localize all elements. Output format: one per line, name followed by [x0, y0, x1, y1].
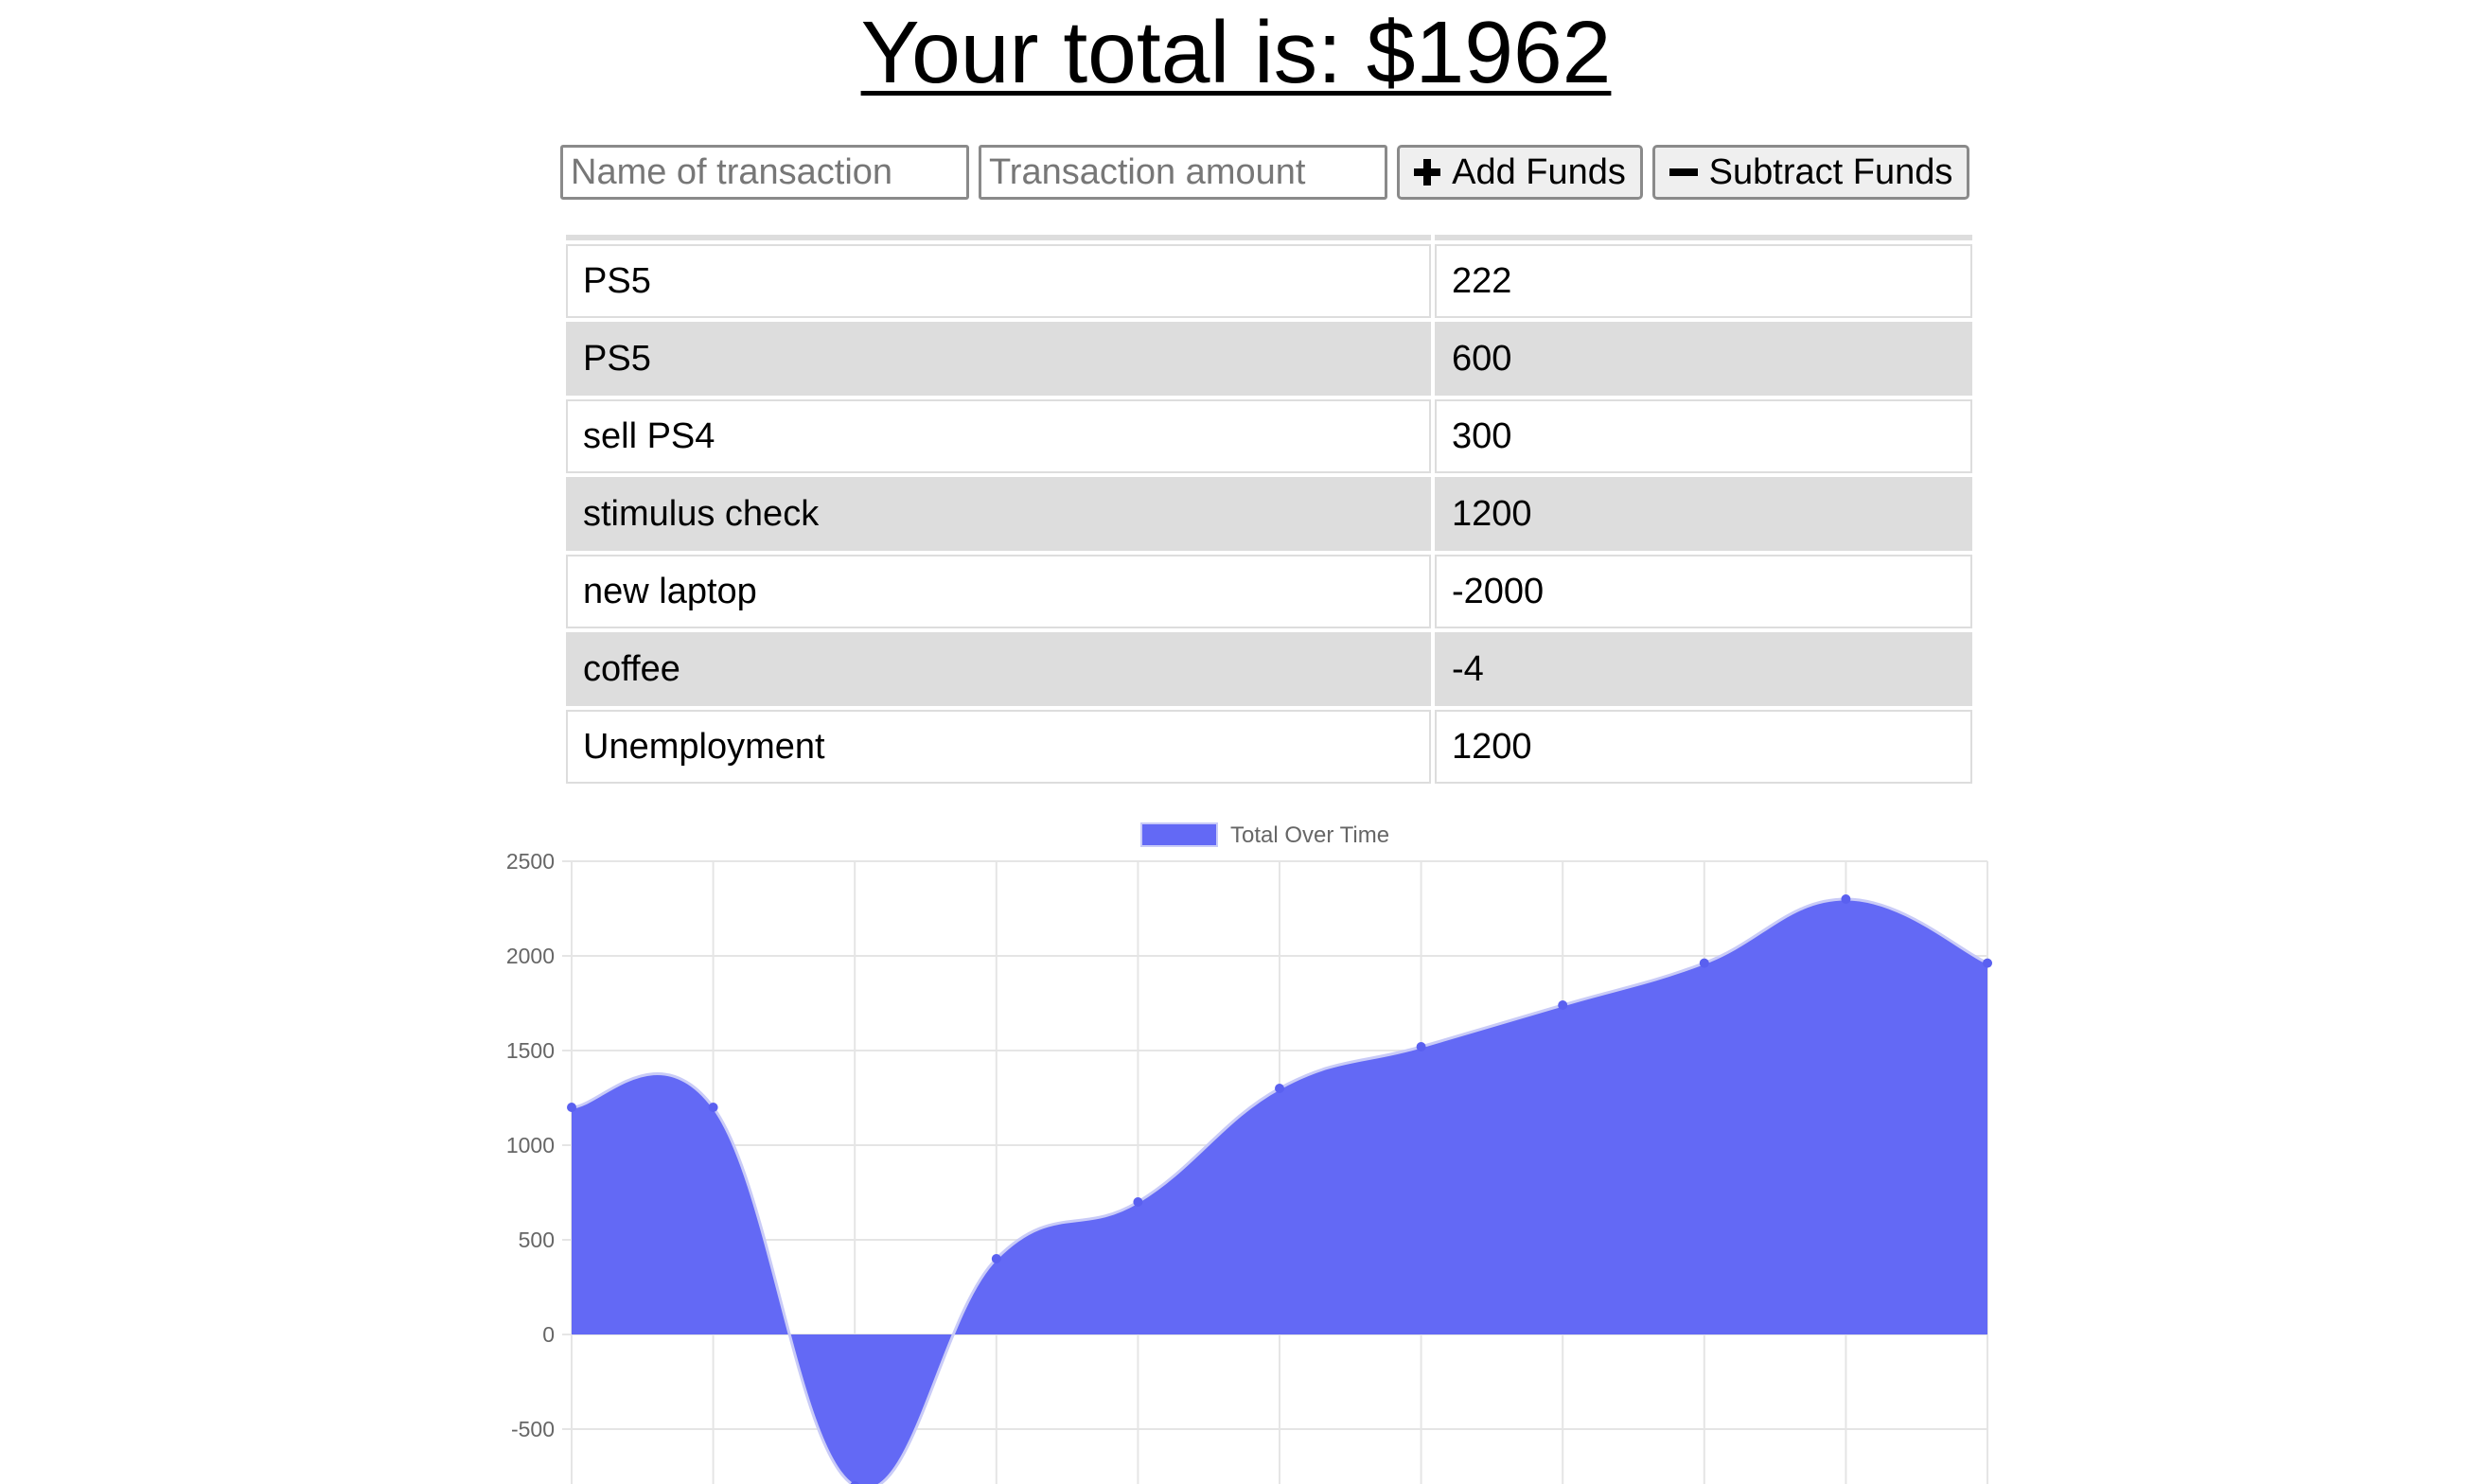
- transaction-name-cell: PS5: [566, 322, 1431, 396]
- legend-label: Total Over Time: [1230, 822, 1389, 848]
- data-point: [1983, 958, 1992, 968]
- data-point: [1133, 1197, 1143, 1207]
- table-row: stimulus check 1200: [566, 477, 1972, 551]
- data-point: [991, 1254, 1001, 1263]
- y-tick-label: 1000: [506, 1133, 555, 1157]
- transaction-form: Add Funds Subtract Funds: [560, 145, 1969, 200]
- transaction-amount-cell: -4: [1435, 632, 1972, 706]
- transaction-amount-cell: 600: [1435, 322, 1972, 396]
- transaction-amount-cell: 1200: [1435, 710, 1972, 784]
- page: Your total is: $1962 Add Funds Subtract …: [0, 0, 2472, 1484]
- table-header-name: [566, 235, 1431, 240]
- transaction-amount-cell: -2000: [1435, 555, 1972, 628]
- table-header-amount: [1435, 235, 1972, 240]
- table-row: coffee -4: [566, 632, 1972, 706]
- data-point: [1416, 1042, 1426, 1051]
- data-point: [1275, 1084, 1284, 1093]
- y-tick-label: 1500: [506, 1038, 555, 1063]
- table-row: sell PS4 300: [566, 399, 1972, 473]
- data-point: [1699, 958, 1709, 968]
- transaction-name-cell: PS5: [566, 244, 1431, 318]
- table-header-row: [566, 235, 1972, 240]
- y-tick-label: 500: [519, 1228, 555, 1252]
- total-over-time-chart: 2500 2000 1500 1000 500 0 -500 Total Over Time: [506, 822, 1992, 1484]
- plus-icon: [1414, 159, 1441, 186]
- table-row: Unemployment 1200: [566, 710, 1972, 784]
- transactions-table: PS5 222 PS5 600 sell PS4 300 stimulus check 120…: [562, 231, 1976, 787]
- legend-swatch: [1140, 822, 1218, 847]
- data-point: [708, 1103, 718, 1112]
- transactions-table-container: PS5 222 PS5 600 sell PS4 300 stimulus check 120…: [562, 231, 1976, 787]
- transaction-name-cell: coffee: [566, 632, 1431, 706]
- transaction-amount-cell: 300: [1435, 399, 1972, 473]
- transaction-amount-input[interactable]: [979, 145, 1387, 200]
- page-title: Your total is: $1962: [860, 3, 1612, 101]
- transaction-name-cell: stimulus check: [566, 477, 1431, 551]
- data-point: [567, 1103, 576, 1112]
- transaction-amount-cell: 222: [1435, 244, 1972, 318]
- data-point: [1558, 1000, 1568, 1010]
- y-tick-label: 0: [542, 1322, 555, 1347]
- subtract-funds-button[interactable]: Subtract Funds: [1652, 145, 1969, 200]
- table-row: new laptop -2000: [566, 555, 1972, 628]
- data-point: [1841, 894, 1851, 904]
- table-row: PS5 222: [566, 244, 1972, 318]
- transaction-name-cell: sell PS4: [566, 399, 1431, 473]
- add-funds-button[interactable]: Add Funds: [1397, 145, 1643, 200]
- minus-icon: [1669, 159, 1698, 186]
- y-tick-label: -500: [511, 1417, 555, 1441]
- y-tick-label: 2000: [506, 944, 555, 968]
- transactions-table-body: PS5 222 PS5 600 sell PS4 300 stimulus check 120…: [566, 244, 1972, 784]
- transaction-amount-cell: 1200: [1435, 477, 1972, 551]
- y-tick-label: 2500: [506, 849, 555, 874]
- transaction-name-input[interactable]: [560, 145, 969, 200]
- table-row: PS5 600: [566, 322, 1972, 396]
- transaction-name-cell: new laptop: [566, 555, 1431, 628]
- add-funds-label: Add Funds: [1452, 151, 1626, 192]
- subtract-funds-label: Subtract Funds: [1708, 151, 1953, 192]
- transaction-name-cell: Unemployment: [566, 710, 1431, 784]
